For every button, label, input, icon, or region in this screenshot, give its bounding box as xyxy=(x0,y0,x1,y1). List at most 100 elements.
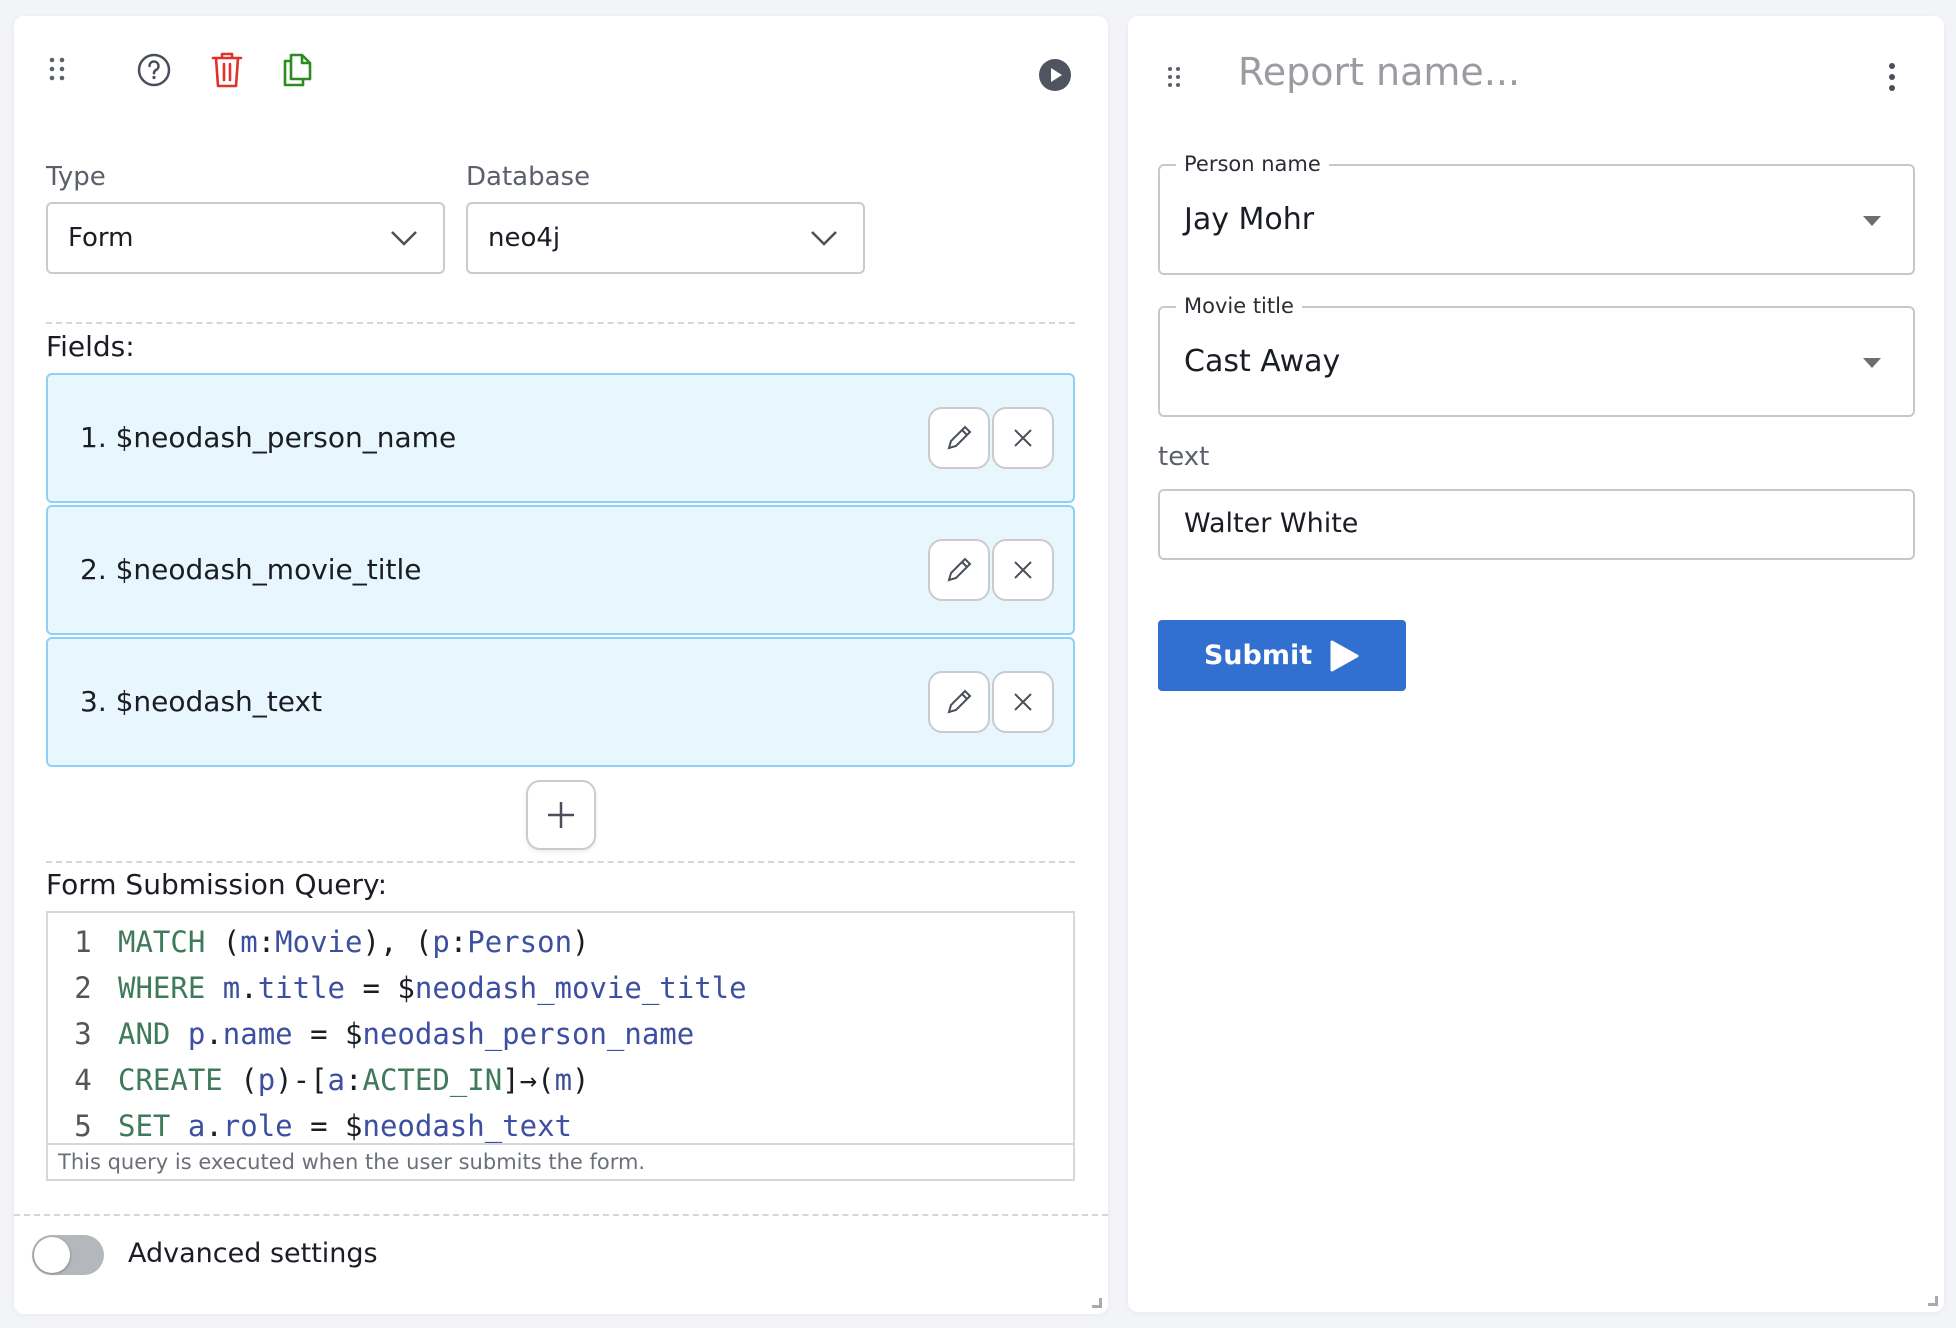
movie-title-label: Movie title xyxy=(1176,294,1302,318)
advanced-settings-label: Advanced settings xyxy=(128,1238,378,1269)
pencil-icon xyxy=(947,689,972,714)
code-token: CREATE xyxy=(118,1063,223,1097)
resize-handle[interactable] xyxy=(1928,1296,1938,1306)
code-token: = $ xyxy=(345,971,415,1005)
drag-handle-icon[interactable] xyxy=(44,54,70,84)
pencil-icon xyxy=(947,557,972,582)
text-field-label: text xyxy=(1158,442,1210,472)
code-token: : xyxy=(449,925,468,959)
help-icon[interactable] xyxy=(134,50,174,90)
code-token: = $ xyxy=(292,1109,363,1143)
movie-title-select[interactable]: Movie title Cast Away xyxy=(1158,294,1915,417)
remove-field-button[interactable] xyxy=(992,539,1054,601)
edit-field-button[interactable] xyxy=(928,539,990,601)
play-icon xyxy=(1330,640,1359,671)
text-input[interactable]: Walter White xyxy=(1158,489,1915,560)
edit-field-button[interactable] xyxy=(928,407,990,469)
pencil-icon xyxy=(947,425,972,450)
remove-field-button[interactable] xyxy=(992,671,1054,733)
code-token: MATCH xyxy=(118,925,206,959)
code-token: neodash_person_name xyxy=(362,1017,695,1051)
code-token: : xyxy=(257,925,276,959)
divider xyxy=(46,861,1075,863)
remove-field-button[interactable] xyxy=(992,407,1054,469)
line-number: 3 xyxy=(74,1017,92,1051)
line-number: 4 xyxy=(74,1063,92,1097)
field-name: 2. $neodash_movie_title xyxy=(80,553,422,586)
dropdown-arrow-icon xyxy=(1863,216,1881,226)
report-settings-panel: Type Form Database neo4j Fields: 1. $neo… xyxy=(14,16,1108,1314)
code-token: m xyxy=(240,925,258,959)
dropdown-arrow-icon xyxy=(1863,358,1881,368)
code-token: SET xyxy=(118,1109,171,1143)
edit-field-button[interactable] xyxy=(928,671,990,733)
query-hint: This query is executed when the user sub… xyxy=(46,1143,1075,1181)
line-number: 1 xyxy=(74,925,92,959)
code-token: p xyxy=(187,1017,206,1051)
drag-handle-icon[interactable] xyxy=(1164,64,1184,90)
code-token: ACTED_IN xyxy=(362,1063,503,1097)
more-options-icon[interactable] xyxy=(1878,60,1906,94)
code-token: . xyxy=(240,971,258,1005)
type-value: Form xyxy=(68,223,134,253)
database-select[interactable]: neo4j xyxy=(466,202,865,274)
database-value: neo4j xyxy=(488,223,561,253)
code-token: = $ xyxy=(292,1017,363,1051)
movie-title-value: Cast Away xyxy=(1184,344,1341,379)
submit-label: Submit xyxy=(1203,640,1313,671)
code-token: role xyxy=(222,1109,293,1143)
add-field-button[interactable] xyxy=(526,780,596,850)
code-token: neodash_movie_title xyxy=(414,971,747,1005)
code-line: 4 CREATE (p)-[a: ACTED_IN]→(m) xyxy=(48,1057,590,1103)
report-preview-panel: Report name... Person name Jay Mohr Movi… xyxy=(1128,16,1944,1312)
code-token: a xyxy=(327,1063,346,1097)
close-icon xyxy=(1014,429,1032,447)
code-token: AND xyxy=(118,1017,171,1051)
code-token: ) xyxy=(572,1063,590,1097)
query-editor[interactable]: 1 MATCH (m: Movie), (p: Person) 2 WHERE m. tit… xyxy=(46,911,1075,1143)
code-token: a xyxy=(187,1109,206,1143)
code-token: ) xyxy=(572,925,590,959)
code-token: neodash_text xyxy=(362,1109,572,1143)
code-token: ), ( xyxy=(362,925,433,959)
person-name-select[interactable]: Person name Jay Mohr xyxy=(1158,152,1915,275)
code-line: 1 MATCH (m: Movie), (p: Person) xyxy=(48,919,590,965)
divider xyxy=(14,1214,1108,1216)
fields-label: Fields: xyxy=(46,330,135,363)
advanced-settings-toggle[interactable] xyxy=(32,1235,104,1275)
field-row: 3. $neodash_text xyxy=(46,637,1075,767)
type-select[interactable]: Form xyxy=(46,202,445,274)
chevron-down-icon xyxy=(391,231,417,246)
plus-icon xyxy=(548,802,574,828)
line-number: 5 xyxy=(74,1109,92,1143)
submit-button[interactable]: Submit xyxy=(1158,620,1406,691)
field-row: 1. $neodash_person_name xyxy=(46,373,1075,503)
close-icon xyxy=(1014,693,1032,711)
chevron-down-icon xyxy=(811,231,837,246)
person-name-value: Jay Mohr xyxy=(1184,202,1315,237)
code-token: . xyxy=(205,1017,223,1051)
field-name: 1. $neodash_person_name xyxy=(80,421,457,454)
type-label: Type xyxy=(46,162,106,192)
query-label: Form Submission Query: xyxy=(46,868,388,901)
code-token: Person xyxy=(467,925,573,959)
field-row: 2. $neodash_movie_title xyxy=(46,505,1075,635)
run-query-button[interactable] xyxy=(1038,58,1072,92)
code-token: . xyxy=(205,1109,223,1143)
close-icon xyxy=(1014,561,1032,579)
copy-icon[interactable] xyxy=(278,48,318,92)
line-number: 2 xyxy=(74,971,92,1005)
code-token: Movie xyxy=(275,925,363,959)
code-token: name xyxy=(222,1017,293,1051)
report-name-input[interactable]: Report name... xyxy=(1238,50,1520,94)
toggle-knob xyxy=(34,1237,70,1273)
code-token: : xyxy=(345,1063,363,1097)
code-line: 3 AND p. name = $ neodash_person_name xyxy=(48,1011,694,1057)
resize-handle[interactable] xyxy=(1092,1298,1102,1308)
delete-icon[interactable] xyxy=(207,48,247,92)
divider xyxy=(46,322,1075,324)
code-token: title xyxy=(257,971,346,1005)
